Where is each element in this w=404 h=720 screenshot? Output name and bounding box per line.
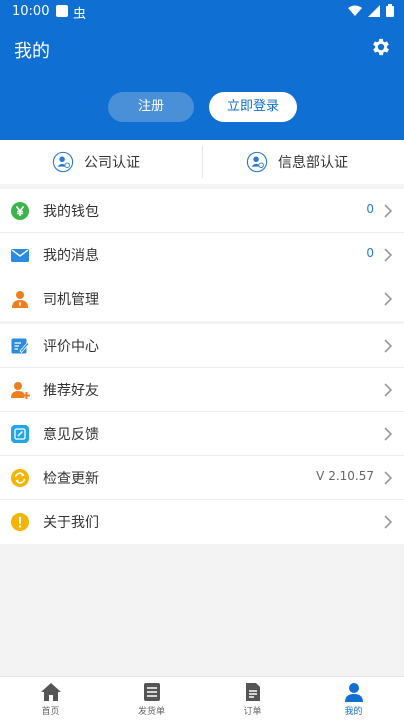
company-cert-label: 公司认证	[84, 155, 140, 171]
home-icon	[40, 683, 61, 701]
drivers-label: 司机管理	[43, 292, 99, 308]
chevron-right-icon	[384, 339, 393, 353]
company-cert-icon	[52, 151, 74, 173]
chevron-right-icon	[384, 515, 393, 529]
reviews-label: 评价中心	[43, 339, 99, 355]
chevron-right-icon	[384, 248, 393, 262]
update-label: 检查更新	[43, 471, 99, 487]
chevron-right-icon	[384, 427, 393, 441]
wifi-icon	[348, 5, 362, 16]
status-time: 10:00	[12, 4, 50, 19]
status-bar: 10:00 虫	[0, 0, 404, 24]
menu-item-feedback[interactable]: 意见反馈	[0, 412, 404, 456]
nav-mine-label: 我的	[344, 707, 363, 717]
company-certification-button[interactable]: 公司认证	[52, 140, 140, 184]
add-friend-icon	[11, 382, 30, 399]
recommend-label: 推荐好友	[43, 383, 99, 399]
about-label: 关于我们	[43, 515, 99, 531]
notification-square-icon	[56, 5, 68, 17]
battery-icon	[386, 4, 394, 17]
settings-gear-icon[interactable]	[370, 36, 392, 58]
wallet-value: 0	[366, 202, 374, 216]
menu-group-drivers: 司机管理	[0, 277, 404, 321]
menu-item-wallet[interactable]: 我的钱包 0	[0, 189, 404, 233]
nav-tab-orders[interactable]: 订单	[202, 677, 303, 720]
wallet-yen-icon	[11, 202, 29, 220]
version-value: V 2.10.57	[316, 469, 374, 483]
chevron-right-icon	[384, 471, 393, 485]
menu-item-recommend[interactable]: 推荐好友	[0, 368, 404, 412]
menu-item-messages[interactable]: 我的消息 0	[0, 233, 404, 277]
info-dept-cert-label: 信息部认证	[278, 155, 348, 171]
menu-group-general: 评价中心 推荐好友 意见反馈 检查更新 V 2.10.57 关于我们	[0, 324, 404, 544]
nav-orders-label: 订单	[243, 707, 262, 717]
chevron-right-icon	[384, 383, 393, 397]
chevron-right-icon	[384, 204, 393, 218]
menu-item-about[interactable]: 关于我们	[0, 500, 404, 544]
chevron-right-icon	[384, 292, 393, 306]
feedback-icon	[11, 425, 29, 443]
notification-bug-icon: 虫	[73, 7, 87, 22]
person-icon	[344, 683, 363, 702]
profile-header: 我的 注册 立即登录	[0, 24, 404, 140]
menu-item-drivers[interactable]: 司机管理	[0, 277, 404, 321]
info-dept-cert-icon	[246, 151, 268, 173]
feedback-label: 意见反馈	[43, 427, 99, 443]
register-button[interactable]: 注册	[108, 92, 194, 122]
nav-home-label: 首页	[41, 707, 60, 717]
nav-tab-home[interactable]: 首页	[0, 677, 101, 720]
review-edit-icon	[11, 338, 30, 354]
page-title: 我的	[14, 41, 50, 62]
login-button[interactable]: 立即登录	[209, 92, 297, 122]
order-document-icon	[245, 683, 260, 701]
menu-item-update[interactable]: 检查更新 V 2.10.57	[0, 456, 404, 500]
nav-shipping-label: 发货单	[137, 707, 165, 717]
envelope-icon	[11, 249, 29, 262]
bottom-nav: 首页 发货单 订单 我的	[0, 676, 404, 720]
update-icon	[11, 469, 29, 487]
menu-item-reviews[interactable]: 评价中心	[0, 324, 404, 368]
messages-value: 0	[366, 246, 374, 260]
wallet-label: 我的钱包	[43, 204, 99, 220]
menu-group-account: 我的钱包 0 我的消息 0	[0, 189, 404, 277]
cert-divider	[202, 146, 203, 178]
nav-tab-shipping[interactable]: 发货单	[101, 677, 202, 720]
shipping-list-icon	[143, 683, 160, 701]
nav-tab-mine[interactable]: 我的	[303, 677, 404, 720]
signal-icon	[368, 4, 380, 17]
messages-label: 我的消息	[43, 248, 99, 264]
certification-row: 公司认证 信息部认证	[0, 140, 404, 184]
driver-person-icon	[12, 291, 28, 308]
info-exclamation-icon	[11, 513, 29, 531]
info-dept-certification-button[interactable]: 信息部认证	[246, 140, 348, 184]
